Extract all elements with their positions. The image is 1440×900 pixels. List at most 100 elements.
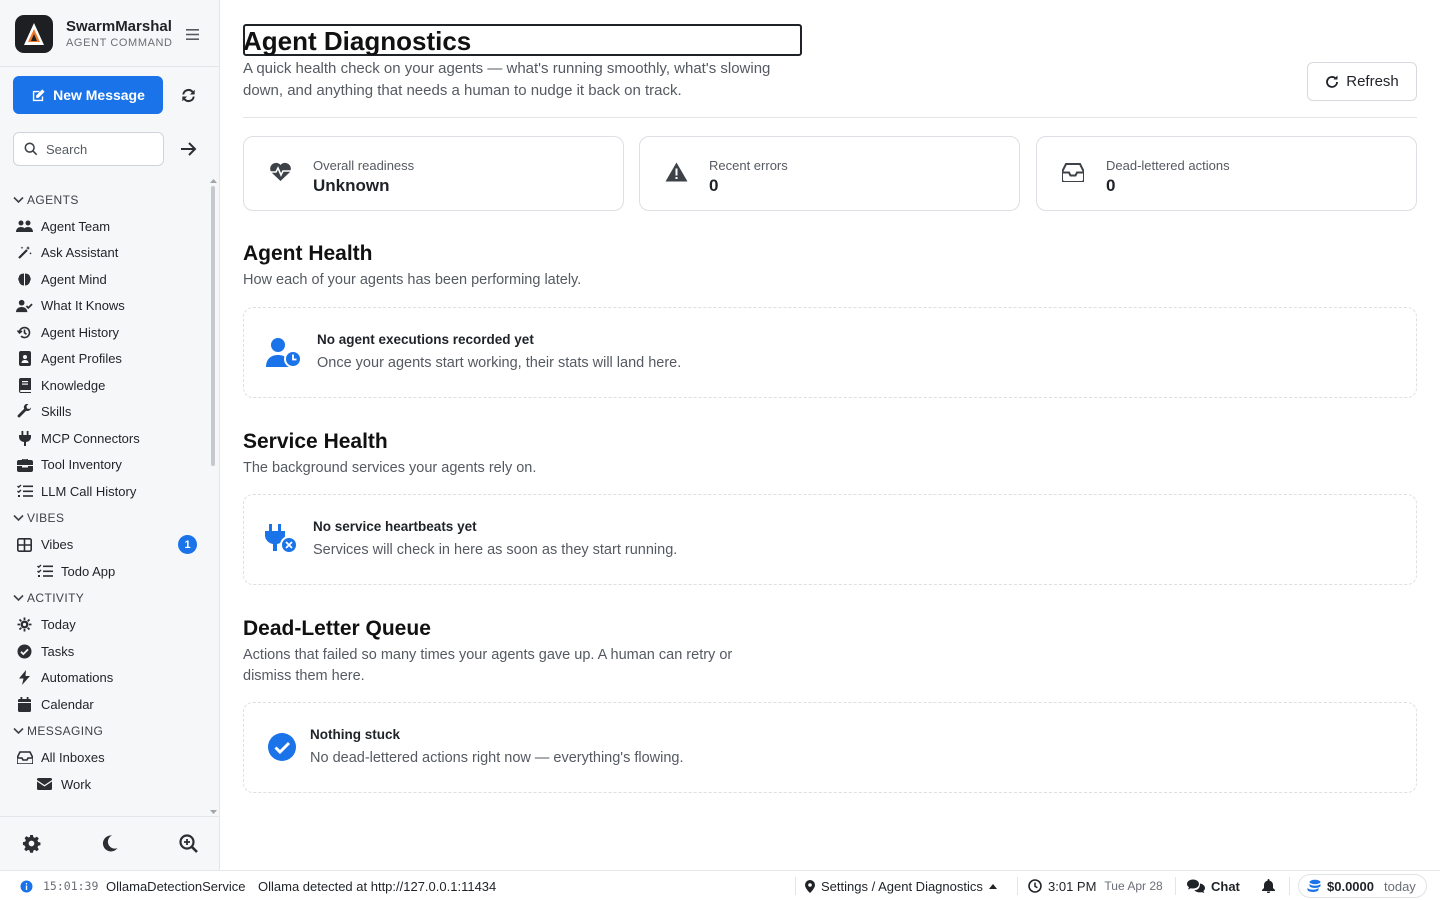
empty-state-title: No agent executions recorded yet bbox=[317, 332, 534, 347]
sidebar-item-today[interactable]: Today bbox=[0, 612, 207, 639]
cost-indicator[interactable]: $0.0000 today bbox=[1298, 874, 1427, 898]
list-check-icon bbox=[16, 483, 33, 499]
sun-gear-icon bbox=[16, 617, 33, 633]
sidebar-item-todo-app[interactable]: Todo App bbox=[0, 558, 207, 585]
empty-state-title: No service heartbeats yet bbox=[313, 519, 477, 534]
plug-disconnected-icon bbox=[264, 523, 300, 557]
chat-bubbles-icon bbox=[1187, 879, 1205, 893]
sidebar-item-agent-profiles[interactable]: Agent Profiles bbox=[0, 346, 207, 373]
warning-icon bbox=[664, 160, 688, 184]
sidebar-item-calendar[interactable]: Calendar bbox=[0, 691, 207, 718]
inbox-icon bbox=[16, 750, 33, 766]
hamburger-menu-icon[interactable] bbox=[182, 25, 202, 43]
empty-state-title: Nothing stuck bbox=[310, 727, 400, 742]
search-icon bbox=[24, 142, 38, 156]
agent-health-title: Agent Health bbox=[243, 242, 373, 265]
user-check-icon bbox=[16, 298, 33, 314]
map-pin-icon bbox=[805, 879, 815, 893]
service-health-description: The background services your agents rely… bbox=[243, 460, 537, 476]
refresh-button[interactable]: Refresh bbox=[1307, 62, 1417, 101]
sidebar-item-knowledge[interactable]: Knowledge bbox=[0, 372, 207, 399]
agent-health-empty-state: No agent executions recorded yet Once yo… bbox=[243, 307, 1417, 398]
stat-card-readiness: Overall readiness Unknown bbox=[243, 136, 624, 211]
new-message-button[interactable]: New Message bbox=[13, 76, 163, 114]
arrow-right-icon[interactable] bbox=[178, 139, 200, 159]
compose-icon bbox=[32, 88, 45, 101]
refresh-icon bbox=[1326, 75, 1339, 88]
notifications-bell-icon[interactable] bbox=[1262, 871, 1275, 900]
wrench-icon bbox=[16, 404, 33, 420]
app-logo-icon bbox=[15, 15, 53, 53]
app-name: SwarmMarshal bbox=[66, 18, 172, 35]
dark-mode-moon-icon[interactable] bbox=[99, 832, 121, 854]
agent-health-description: How each of your agents has been perform… bbox=[243, 272, 582, 288]
id-badge-icon bbox=[16, 351, 33, 367]
sidebar-scrollbar[interactable] bbox=[209, 176, 218, 816]
chevron-down-icon bbox=[13, 514, 24, 522]
sidebar-item-skills[interactable]: Skills bbox=[0, 399, 207, 426]
sidebar-item-what-it-knows[interactable]: What It Knows bbox=[0, 293, 207, 320]
log-message[interactable]: Ollama detected at http://127.0.0.1:1143… bbox=[258, 871, 496, 900]
sidebar: SwarmMarshal AGENT COMMAND New Message A… bbox=[0, 0, 220, 870]
sidebar-item-work[interactable]: Work bbox=[0, 771, 207, 798]
new-message-label: New Message bbox=[53, 87, 145, 103]
bolt-icon bbox=[16, 670, 33, 686]
check-circle-icon bbox=[264, 730, 300, 764]
zoom-in-icon[interactable] bbox=[177, 832, 199, 854]
divider bbox=[795, 877, 796, 895]
clock-date: Tue Apr 28 bbox=[1104, 879, 1163, 893]
sync-icon[interactable] bbox=[176, 84, 200, 106]
refresh-label: Refresh bbox=[1346, 73, 1399, 90]
divider bbox=[1175, 877, 1176, 895]
empty-state-description: Services will check in here as soon as t… bbox=[313, 542, 678, 558]
coins-icon bbox=[1307, 879, 1321, 892]
sidebar-item-mcp-connectors[interactable]: MCP Connectors bbox=[0, 425, 207, 452]
clock-icon bbox=[1028, 879, 1042, 893]
cost-period: today bbox=[1384, 878, 1416, 894]
section-messaging[interactable]: MESSAGING bbox=[0, 718, 207, 745]
plug-icon bbox=[16, 430, 33, 446]
clock: 3:01 PM Tue Apr 28 bbox=[1028, 871, 1163, 900]
log-source: OllamaDetectionService bbox=[106, 878, 246, 894]
magic-wand-icon bbox=[16, 245, 33, 261]
section-activity[interactable]: ACTIVITY bbox=[0, 585, 207, 612]
sidebar-item-agent-mind[interactable]: Agent Mind bbox=[0, 266, 207, 293]
section-vibes[interactable]: VIBES bbox=[0, 505, 207, 532]
sidebar-item-all-inboxes[interactable]: All Inboxes bbox=[0, 745, 207, 772]
sidebar-item-llm-call-history[interactable]: LLM Call History bbox=[0, 478, 207, 505]
sidebar-item-ask-assistant[interactable]: Ask Assistant bbox=[0, 240, 207, 267]
dead-letter-description: Actions that failed so many times your a… bbox=[243, 647, 733, 684]
search-field[interactable] bbox=[13, 132, 164, 166]
sidebar-item-tool-inventory[interactable]: Tool Inventory bbox=[0, 452, 207, 479]
envelope-icon bbox=[36, 776, 53, 792]
sidebar-item-agent-history[interactable]: Agent History bbox=[0, 319, 207, 346]
user-clock-icon bbox=[266, 336, 302, 370]
location-breadcrumb[interactable]: Settings / Agent Diagnostics bbox=[805, 871, 997, 900]
sidebar-item-vibes[interactable]: Vibes 1 bbox=[0, 532, 207, 559]
vibes-count-badge: 1 bbox=[178, 535, 197, 555]
sidebar-nav: AGENTS Agent Team Ask Assistant Agent Mi… bbox=[0, 186, 207, 816]
cost-value: $0.0000 bbox=[1327, 878, 1374, 894]
section-agents[interactable]: AGENTS bbox=[0, 186, 207, 213]
sidebar-item-automations[interactable]: Automations bbox=[0, 665, 207, 692]
empty-state-description: No dead-lettered actions right now — eve… bbox=[310, 750, 684, 766]
chevron-down-icon bbox=[13, 727, 24, 735]
dead-letter-empty-state: Nothing stuck No dead-lettered actions r… bbox=[243, 702, 1417, 793]
chevron-down-icon bbox=[13, 196, 24, 203]
page-title: Agent Diagnostics bbox=[243, 26, 472, 56]
service-health-empty-state: No service heartbeats yet Services will … bbox=[243, 494, 1417, 585]
divider bbox=[0, 816, 219, 817]
settings-gear-icon[interactable] bbox=[20, 832, 42, 854]
stat-value: Unknown bbox=[313, 176, 390, 195]
stat-card-dead-lettered: Dead-lettered actions 0 bbox=[1036, 136, 1417, 211]
search-input[interactable] bbox=[46, 141, 146, 157]
scroll-thumb[interactable] bbox=[211, 186, 215, 466]
sidebar-item-tasks[interactable]: Tasks bbox=[0, 638, 207, 665]
list-check-icon bbox=[36, 563, 53, 579]
sidebar-item-agent-team[interactable]: Agent Team bbox=[0, 213, 207, 240]
chat-button[interactable]: Chat bbox=[1187, 871, 1240, 900]
stat-value: 0 bbox=[709, 176, 719, 195]
log-time: 15:01:39 bbox=[43, 879, 99, 893]
book-icon bbox=[16, 377, 33, 393]
status-bar: 15:01:39 OllamaDetectionService Ollama d… bbox=[0, 870, 1440, 900]
